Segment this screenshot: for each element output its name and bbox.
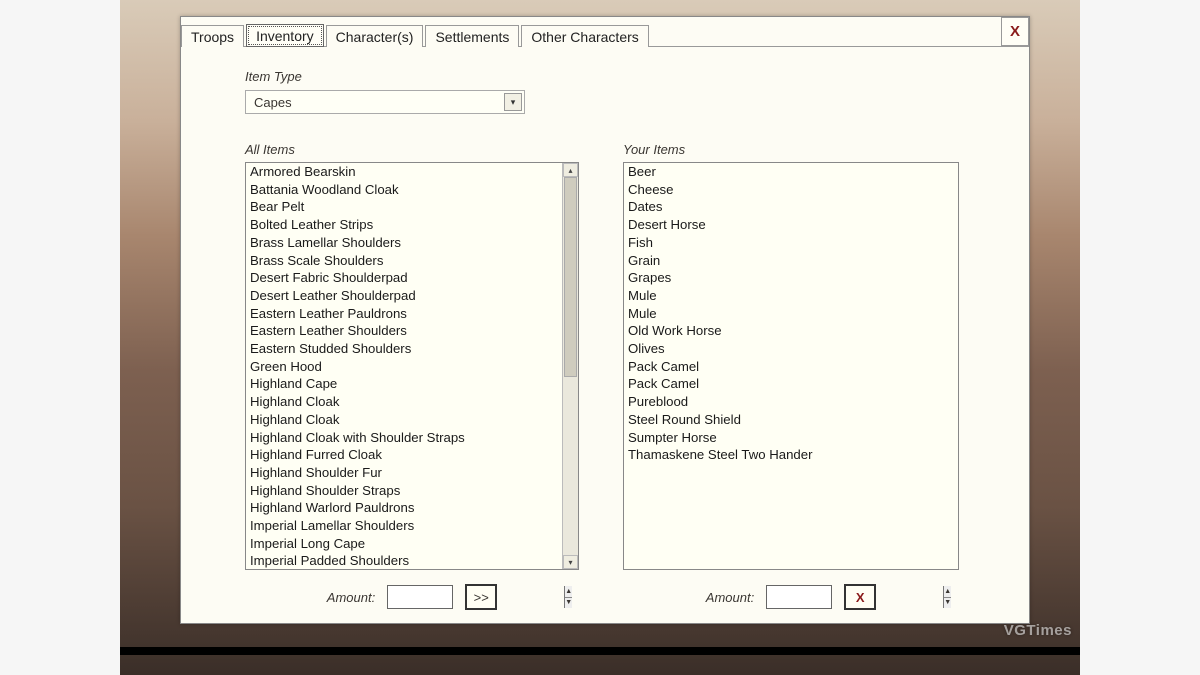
- right-amount-row: Amount: ▲ ▼ X: [623, 584, 959, 610]
- tab-characters[interactable]: Character(s): [326, 25, 424, 47]
- list-item[interactable]: Desert Horse: [624, 216, 958, 234]
- list-item[interactable]: Pureblood: [624, 393, 958, 411]
- pillar-left: [0, 0, 120, 675]
- list-item[interactable]: Beer: [624, 163, 958, 181]
- right-amount-label: Amount:: [706, 590, 754, 605]
- editor-window: Troops Inventory Character(s) Settlement…: [180, 16, 1030, 624]
- item-type-label: Item Type: [245, 69, 993, 84]
- add-item-button[interactable]: >>: [465, 584, 497, 610]
- list-item[interactable]: Mule: [624, 287, 958, 305]
- list-item[interactable]: Olives: [624, 340, 958, 358]
- list-item[interactable]: Highland Cape: [246, 375, 562, 393]
- spin-down-icon[interactable]: ▼: [944, 598, 951, 609]
- your-items-column: Your Items BeerCheeseDatesDesert HorseFi…: [623, 142, 959, 610]
- remove-item-button[interactable]: X: [844, 584, 876, 610]
- list-item[interactable]: Highland Cloak with Shoulder Straps: [246, 429, 562, 447]
- tab-troops[interactable]: Troops: [181, 25, 244, 47]
- all-items-title: All Items: [245, 142, 579, 157]
- list-item[interactable]: Thamaskene Steel Two Hander: [624, 446, 958, 464]
- all-items-listbox[interactable]: Armored BearskinBattania Woodland CloakB…: [245, 162, 579, 570]
- close-button[interactable]: X: [1001, 17, 1029, 46]
- list-item[interactable]: Imperial Long Cape: [246, 535, 562, 553]
- list-item[interactable]: Mule: [624, 305, 958, 323]
- list-item[interactable]: Highland Cloak: [246, 393, 562, 411]
- list-item[interactable]: Eastern Studded Shoulders: [246, 340, 562, 358]
- scroll-down-icon[interactable]: ▾: [563, 555, 578, 569]
- list-item[interactable]: Highland Shoulder Straps: [246, 482, 562, 500]
- list-item[interactable]: Brass Scale Shoulders: [246, 252, 562, 270]
- list-item[interactable]: Pack Camel: [624, 375, 958, 393]
- left-amount-row: Amount: ▲ ▼ >>: [245, 584, 579, 610]
- list-item[interactable]: Imperial Padded Shoulders: [246, 552, 562, 569]
- list-item[interactable]: Desert Leather Shoulderpad: [246, 287, 562, 305]
- list-item[interactable]: Pack Camel: [624, 358, 958, 376]
- list-item[interactable]: Armored Bearskin: [246, 163, 562, 181]
- list-item[interactable]: Desert Fabric Shoulderpad: [246, 269, 562, 287]
- list-item[interactable]: Eastern Leather Shoulders: [246, 322, 562, 340]
- all-items-column: All Items Armored BearskinBattania Woodl…: [245, 142, 579, 610]
- list-item[interactable]: Steel Round Shield: [624, 411, 958, 429]
- list-item[interactable]: Battania Woodland Cloak: [246, 181, 562, 199]
- list-item[interactable]: Eastern Leather Pauldrons: [246, 305, 562, 323]
- list-item[interactable]: Dates: [624, 198, 958, 216]
- list-item[interactable]: Grain: [624, 252, 958, 270]
- list-item[interactable]: Highland Shoulder Fur: [246, 464, 562, 482]
- list-item[interactable]: Cheese: [624, 181, 958, 199]
- your-items-listbox[interactable]: BeerCheeseDatesDesert HorseFishGrainGrap…: [623, 162, 959, 570]
- all-items-scrollbar[interactable]: ▴ ▾: [562, 163, 578, 569]
- list-item[interactable]: Imperial Lamellar Shoulders: [246, 517, 562, 535]
- list-item[interactable]: Green Hood: [246, 358, 562, 376]
- black-strip: [120, 647, 1080, 655]
- list-item[interactable]: Highland Furred Cloak: [246, 446, 562, 464]
- scroll-up-icon[interactable]: ▴: [563, 163, 578, 177]
- left-amount-label: Amount:: [327, 590, 375, 605]
- tab-settlements[interactable]: Settlements: [425, 25, 519, 47]
- left-amount-spinner[interactable]: ▲ ▼: [387, 585, 453, 609]
- spin-up-icon[interactable]: ▲: [565, 586, 572, 598]
- list-item[interactable]: Bear Pelt: [246, 198, 562, 216]
- tab-inventory[interactable]: Inventory: [246, 24, 324, 47]
- scroll-thumb[interactable]: [564, 177, 577, 377]
- list-item[interactable]: Highland Cloak: [246, 411, 562, 429]
- list-item[interactable]: Grapes: [624, 269, 958, 287]
- chevron-down-icon: ▾: [504, 93, 522, 111]
- spin-up-icon[interactable]: ▲: [944, 586, 951, 598]
- spin-down-icon[interactable]: ▼: [565, 598, 572, 609]
- your-items-title: Your Items: [623, 142, 959, 157]
- item-type-dropdown[interactable]: Capes ▾: [245, 90, 525, 114]
- scroll-track[interactable]: [563, 177, 578, 555]
- tab-content: Item Type Capes ▾ All Items Armored Bear…: [181, 47, 1029, 623]
- list-item[interactable]: Fish: [624, 234, 958, 252]
- pillar-right: [1080, 0, 1200, 675]
- tab-strip: Troops Inventory Character(s) Settlement…: [181, 17, 1029, 47]
- list-item[interactable]: Brass Lamellar Shoulders: [246, 234, 562, 252]
- tab-other-characters[interactable]: Other Characters: [521, 25, 648, 47]
- list-item[interactable]: Sumpter Horse: [624, 429, 958, 447]
- list-item[interactable]: Old Work Horse: [624, 322, 958, 340]
- watermark: VGTimes: [1004, 622, 1072, 639]
- right-amount-spinner[interactable]: ▲ ▼: [766, 585, 832, 609]
- list-item[interactable]: Highland Warlord Pauldrons: [246, 499, 562, 517]
- item-type-value: Capes: [254, 95, 292, 110]
- list-item[interactable]: Bolted Leather Strips: [246, 216, 562, 234]
